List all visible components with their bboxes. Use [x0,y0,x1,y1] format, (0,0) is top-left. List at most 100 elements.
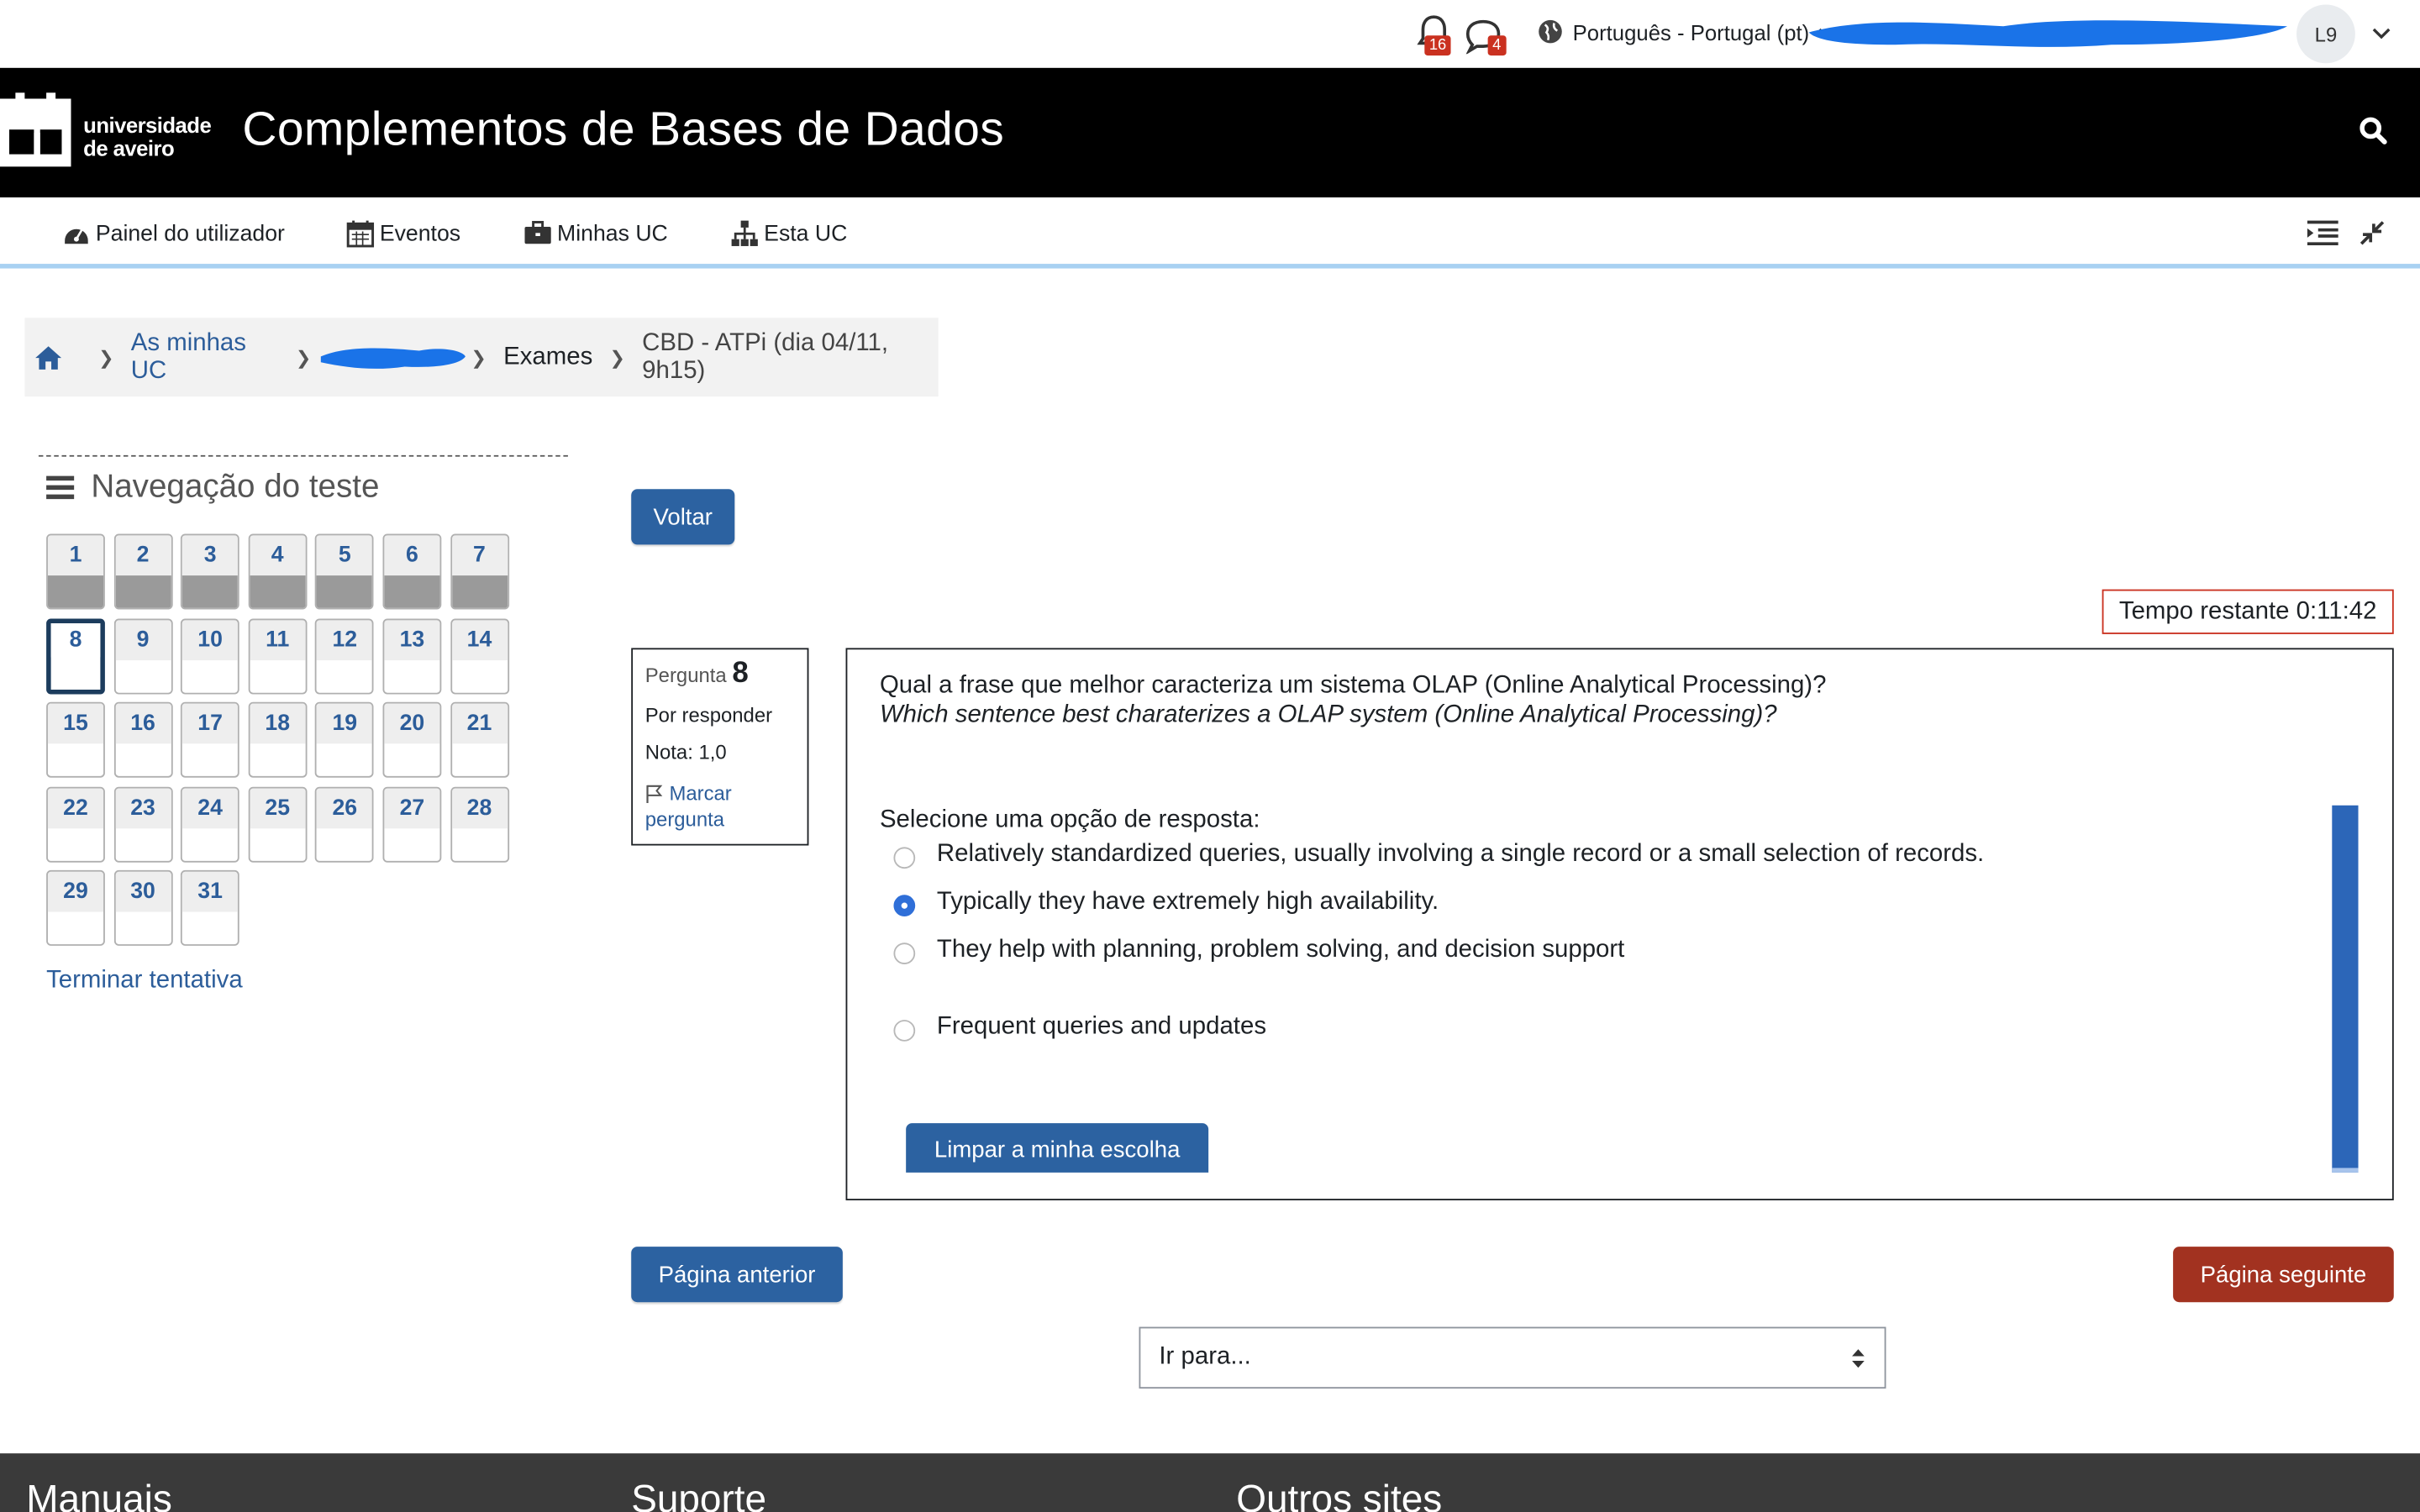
course-title[interactable]: Complementos de Bases de Dados [242,99,1004,160]
question-nav-number: 10 [182,619,239,660]
nav-item-label: Eventos [379,221,461,246]
back-button[interactable]: Voltar [631,489,735,545]
question-nav-number: 6 [384,535,440,576]
answer-option-a[interactable]: Relatively standardized queries, usually… [893,841,1984,869]
answered-indicator [182,575,239,608]
previous-page-button[interactable]: Página anterior [631,1247,843,1303]
question-nav-number: 20 [384,703,440,744]
finish-attempt-link[interactable]: Terminar tentativa [46,968,243,995]
footer-manuals-heading: Manuais [26,1478,172,1512]
breadcrumb-my-courses[interactable]: As minhas UC [131,329,279,385]
question-nav-number: 17 [182,703,239,744]
question-nav-button[interactable]: 24 [181,785,240,862]
language-menu[interactable]: Português - Portugal (pt) [1537,18,1833,45]
question-nav-button[interactable]: 5 [315,533,375,610]
question-nav-button[interactable]: 20 [382,701,442,778]
university-logo-icon[interactable] [0,92,74,173]
nav-item-dashboard[interactable]: Painel do utilizador [61,219,285,249]
question-nav-button[interactable]: 26 [315,785,375,862]
question-nav-button[interactable]: 22 [46,785,105,862]
question-nav-button[interactable]: 7 [450,533,509,610]
footer-support-heading: Suporte [631,1478,767,1512]
nav-item-this-course[interactable]: Esta UC [730,219,847,249]
question-nav-number: 23 [115,787,171,828]
question-nav-button[interactable]: 29 [46,869,105,946]
answered-indicator [47,575,104,608]
question-nav-button[interactable]: 3 [181,533,240,610]
notifications-count-badge: 16 [1424,35,1451,56]
question-text-pt: Qual a frase que melhor caracteriza um s… [879,672,1827,700]
nav-item-events[interactable]: Eventos [345,219,460,249]
toggle-drawer-icon[interactable] [2306,219,2339,247]
question-nav-button[interactable]: 2 [113,533,172,610]
breadcrumb-exams[interactable]: Exames [503,344,592,371]
redaction-scribble [1808,20,2288,47]
question-nav-button[interactable]: 27 [382,785,442,862]
question-content: Qual a frase que melhor caracteriza um s… [845,648,2394,1200]
messages-button[interactable]: 4 [1463,17,1506,56]
question-nav-number: 8 [50,622,101,657]
radio-button[interactable] [893,847,916,869]
user-menu-chevron-icon[interactable] [2370,22,2392,44]
question-nav-button[interactable]: 25 [248,785,308,862]
question-nav-button[interactable]: 23 [113,785,172,862]
question-nav-button[interactable]: 9 [113,617,172,694]
answer-option-c[interactable]: They help with planning, problem solving… [893,937,1624,964]
collapse-icon[interactable] [2359,219,2386,247]
clear-choice-button[interactable]: Limpar a minha escolha [906,1123,1209,1173]
answer-option-d[interactable]: Frequent queries and updates [893,1014,1266,1042]
question-nav-number: 28 [451,787,508,828]
question-nav-number: 14 [451,619,508,660]
home-icon[interactable] [34,343,62,372]
question-nav-button[interactable]: 10 [181,617,240,694]
question-nav-number: 11 [250,619,306,660]
search-icon[interactable] [2359,114,2390,148]
question-nav-button[interactable]: 1 [46,533,105,610]
redaction-scribble [320,347,466,369]
scrollbar[interactable] [2332,805,2359,1173]
question-nav-number: 26 [317,787,373,828]
question-nav-button[interactable]: 13 [382,617,442,694]
radio-button[interactable] [893,1020,916,1042]
question-nav-button[interactable]: 18 [248,701,308,778]
answer-option-label: Frequent queries and updates [936,1013,1267,1040]
question-nav-button[interactable]: 19 [315,701,375,778]
question-nav-number: 21 [451,703,508,744]
nav-item-label: Painel do utilizador [95,221,285,246]
question-nav-number: 16 [115,703,171,744]
question-nav-button[interactable]: 28 [450,785,509,862]
answer-option-b[interactable]: Typically they have extremely high avail… [893,889,1439,917]
quiz-navigation-block: Navegação do teste [38,454,568,505]
site-header: universidade de aveiro Complementos de B… [0,67,2420,198]
question-nav-button[interactable]: 4 [248,533,308,610]
question-nav-number: 12 [317,619,373,660]
answer-option-label: They help with planning, problem solving… [936,936,1625,963]
question-nav-button[interactable]: 17 [181,701,240,778]
flag-question-link[interactable]: Marcar pergunta [645,780,795,832]
user-avatar[interactable]: L9 [2296,4,2355,64]
menu-icon [46,475,75,500]
next-page-button[interactable]: Página seguinte [2173,1247,2394,1303]
answer-prompt: Selecione uma opção de resposta: [879,806,1260,833]
question-text-en: Which sentence best charaterizes a OLAP … [879,701,1777,728]
question-nav-button[interactable]: 12 [315,617,375,694]
notifications-button[interactable]: 16 [1417,14,1451,56]
question-nav-button[interactable]: 6 [382,533,442,610]
question-nav-button[interactable]: 30 [113,869,172,946]
radio-button[interactable] [893,942,916,964]
question-nav-button[interactable]: 21 [450,701,509,778]
jump-to-select[interactable]: Ir para... [1139,1326,1886,1389]
question-nav-button[interactable]: 16 [113,701,172,778]
question-nav-button[interactable]: 11 [248,617,308,694]
question-nav-button[interactable]: 8 [46,617,105,694]
question-nav-number: 3 [182,535,239,576]
radio-button-selected[interactable] [893,895,916,917]
breadcrumb: ❯ As minhas UC ❯ ❯ Exames ❯ CBD - ATPi (… [24,318,939,397]
footer-other-sites-heading: Outros sites [1236,1478,1443,1512]
question-nav-button[interactable]: 15 [46,701,105,778]
logo-line-2: de aveiro [83,135,175,161]
question-nav-button[interactable]: 14 [450,617,509,694]
question-nav-number: 5 [317,535,373,576]
nav-item-my-courses[interactable]: Minhas UC [523,219,668,249]
question-nav-button[interactable]: 31 [181,869,240,946]
